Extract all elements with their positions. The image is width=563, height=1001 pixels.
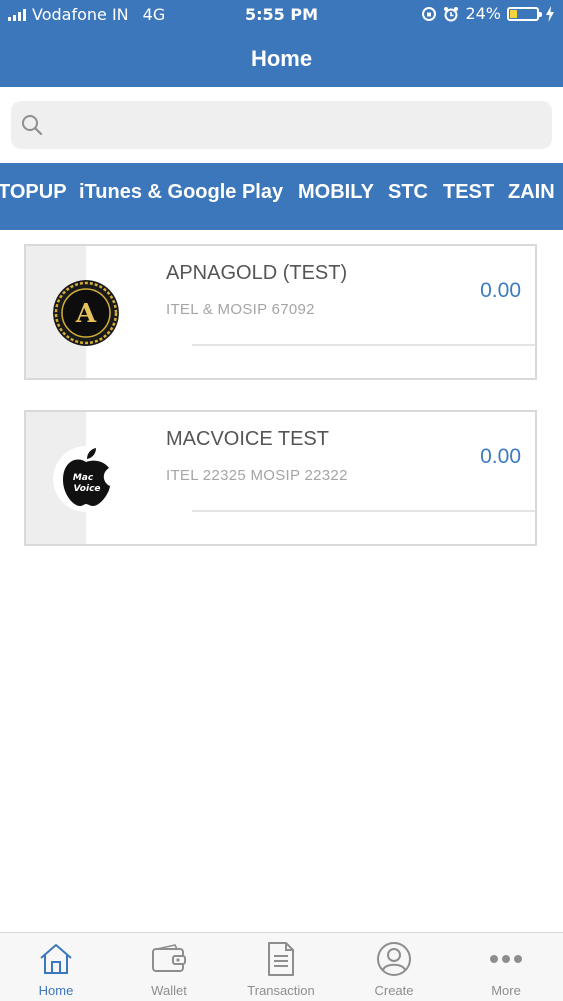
document-icon (268, 942, 294, 976)
tab-more[interactable]: More (450, 933, 562, 1001)
product-subtitle: ITEL 22325 MOSIP 22322 (166, 467, 348, 484)
tab-label: More (491, 983, 521, 998)
tab-create[interactable]: Create (338, 933, 450, 1001)
product-card-apnagold[interactable]: A APNAGOLD (TEST) ITEL & MOSIP 67092 0.0… (24, 244, 537, 380)
logo-letter: A (75, 299, 97, 329)
search-bar[interactable] (11, 101, 552, 149)
page-title: Home (250, 45, 313, 71)
alarm-icon (444, 6, 459, 21)
charging-bolt-icon (546, 5, 554, 22)
search-input[interactable] (55, 109, 539, 141)
rotation-lock-icon (422, 6, 437, 21)
category-tab-itunes-google-play[interactable]: iTunes & Google Play (79, 181, 283, 204)
tab-label: Create (374, 983, 414, 998)
tab-label: Home (38, 983, 74, 998)
home-icon (40, 944, 72, 974)
category-tabs: TOPUP iTunes & Google Play MOBILY STC TE… (0, 163, 563, 230)
apnagold-logo: A (53, 280, 119, 346)
card-divider (192, 344, 535, 346)
svg-text:Mac: Mac (73, 473, 94, 483)
bottom-tab-bar: Home Wallet Transaction Create More (0, 932, 563, 1001)
category-tab-stc[interactable]: STC (388, 181, 428, 204)
tab-home[interactable]: Home (0, 933, 112, 1001)
tab-label: Transaction (247, 983, 315, 998)
tab-label: Wallet (151, 983, 187, 998)
tab-transaction[interactable]: Transaction (225, 933, 337, 1001)
more-icon (490, 955, 522, 963)
macvoice-apple-logo: Mac Voice (53, 446, 119, 512)
battery-icon (507, 6, 542, 21)
product-name: APNAGOLD (TEST) (166, 262, 348, 284)
product-name: MACVOICE TEST (166, 428, 329, 450)
product-subtitle: ITEL & MOSIP 67092 (166, 301, 315, 318)
product-amount: 0.00 (480, 445, 521, 468)
category-tab-mobily[interactable]: MOBILY (298, 181, 374, 204)
battery-level (510, 9, 517, 18)
card-divider (192, 510, 535, 512)
status-bar: Vodafone IN 4G 5:55 PM 24% (0, 0, 563, 30)
svg-text:Voice: Voice (73, 484, 100, 494)
wallet-icon (152, 944, 186, 972)
user-icon (377, 942, 411, 976)
nav-bar: Home (0, 30, 563, 87)
tab-wallet[interactable]: Wallet (113, 933, 225, 1001)
status-right: 24% (421, 4, 555, 23)
product-card-macvoice[interactable]: Mac Voice MACVOICE TEST ITEL 22325 MOSIP… (24, 410, 537, 546)
product-amount: 0.00 (480, 279, 521, 302)
category-tab-test[interactable]: TEST (443, 181, 494, 204)
category-tab-topup[interactable]: TOPUP (0, 181, 67, 204)
category-tab-zain[interactable]: ZAIN (508, 181, 555, 204)
battery-percent: 24% (465, 4, 501, 23)
search-icon (22, 115, 43, 136)
